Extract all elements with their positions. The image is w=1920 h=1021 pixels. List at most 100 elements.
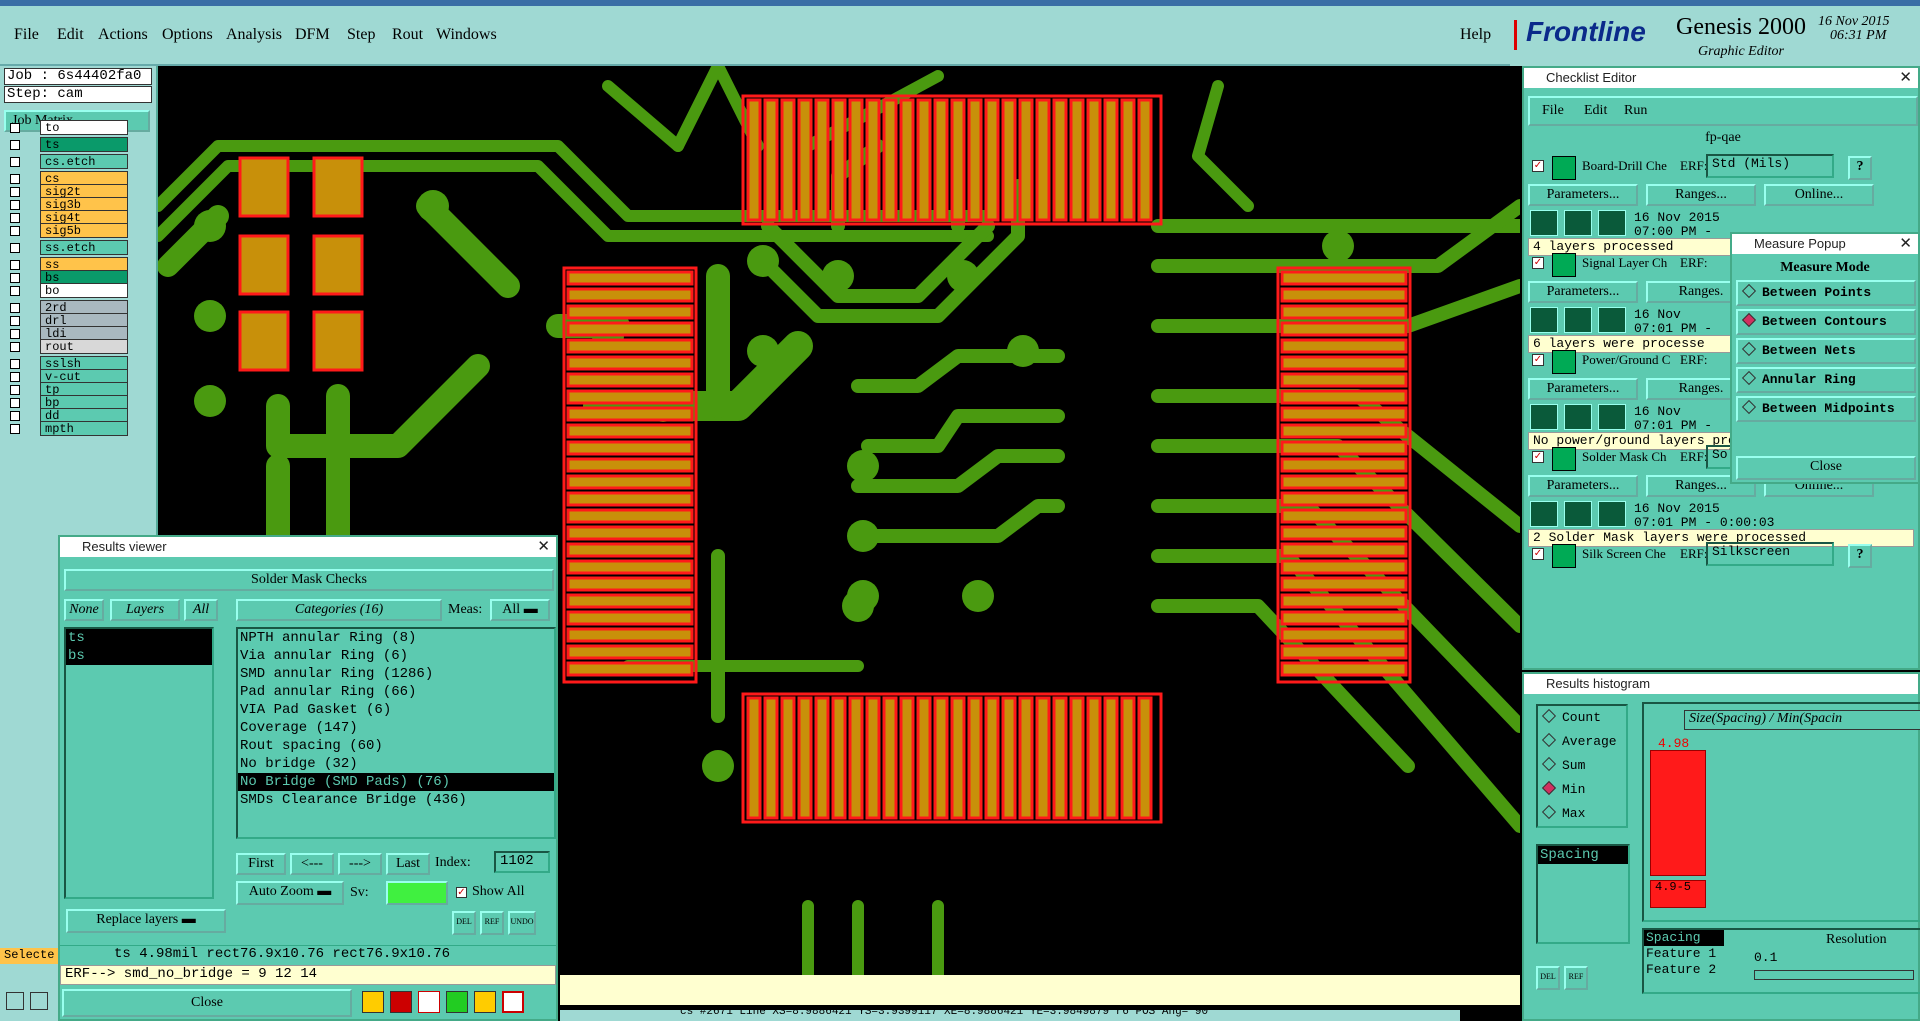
undo-icon[interactable]: UNDO bbox=[508, 911, 536, 935]
show-all-checkbox[interactable]: ✓ bbox=[456, 887, 467, 898]
next-button[interactable]: ---> bbox=[338, 853, 382, 875]
histogram-option[interactable]: Average bbox=[1538, 730, 1626, 754]
run-icon[interactable] bbox=[1564, 307, 1592, 333]
category-item[interactable]: VIA Pad Gasket (6) bbox=[238, 701, 554, 719]
help-icon[interactable]: ? bbox=[1848, 544, 1872, 568]
tool-icon[interactable] bbox=[30, 992, 48, 1010]
layer-row[interactable]: sig5b bbox=[6, 223, 128, 238]
checklist-menu-file[interactable]: File bbox=[1542, 103, 1564, 119]
menu-actions[interactable]: Actions bbox=[98, 26, 148, 44]
histogram-bar[interactable] bbox=[1650, 750, 1706, 876]
layer-row[interactable]: rout bbox=[6, 339, 128, 354]
category-item[interactable]: SMDs Clearance Bridge (436) bbox=[238, 791, 554, 809]
layer-checkbox[interactable] bbox=[10, 123, 20, 133]
menu-file[interactable]: File bbox=[14, 26, 39, 44]
run-icon[interactable] bbox=[1598, 501, 1626, 527]
result-layer-item[interactable]: ts bbox=[66, 629, 212, 647]
del-icon[interactable]: DEL bbox=[452, 911, 476, 935]
histogram-icon[interactable] bbox=[502, 991, 524, 1013]
run-icon[interactable] bbox=[1530, 404, 1558, 430]
ref-icon[interactable]: REF bbox=[480, 911, 504, 935]
layer-checkbox[interactable] bbox=[10, 286, 20, 296]
close-icon[interactable]: ✕ bbox=[1899, 234, 1912, 254]
run-icon[interactable] bbox=[1564, 404, 1592, 430]
layer-row[interactable]: ss.etch bbox=[6, 240, 128, 255]
close-button[interactable]: Close bbox=[62, 989, 352, 1017]
category-item[interactable]: Pad annular Ring (66) bbox=[238, 683, 554, 701]
check-enable-checkbox[interactable]: ✓ bbox=[1532, 354, 1544, 366]
check-enable-checkbox[interactable]: ✓ bbox=[1532, 451, 1544, 463]
menu-step[interactable]: Step bbox=[347, 26, 375, 44]
histogram-option[interactable]: Sum bbox=[1538, 754, 1626, 778]
layer-checkbox[interactable] bbox=[10, 174, 20, 184]
layer-checkbox[interactable] bbox=[10, 243, 20, 253]
online-button[interactable]: Online... bbox=[1764, 184, 1874, 206]
category-item[interactable]: SMD annular Ring (1286) bbox=[238, 665, 554, 683]
tool-icon[interactable] bbox=[6, 992, 24, 1010]
close-icon[interactable]: ✕ bbox=[537, 537, 550, 557]
marker-icon[interactable] bbox=[390, 991, 412, 1013]
erf-field[interactable]: Std (Mils) bbox=[1706, 154, 1834, 178]
run-icon[interactable] bbox=[1530, 501, 1558, 527]
layer-row[interactable]: bo bbox=[6, 283, 128, 298]
measure-mode-option[interactable]: Between Midpoints bbox=[1736, 396, 1916, 422]
filter-icon[interactable] bbox=[362, 991, 384, 1013]
layer-checkbox[interactable] bbox=[10, 342, 20, 352]
layer-checkbox[interactable] bbox=[10, 411, 20, 421]
layer-checkbox[interactable] bbox=[10, 303, 20, 313]
run-icon[interactable] bbox=[1530, 210, 1558, 236]
check-enable-checkbox[interactable]: ✓ bbox=[1532, 257, 1544, 269]
hist-del-icon[interactable]: DEL bbox=[1536, 966, 1560, 990]
prev-button[interactable]: <--- bbox=[290, 853, 334, 875]
replace-layers-button[interactable]: Replace layers ▬ bbox=[66, 909, 226, 933]
histogram-field[interactable]: Spacing bbox=[1644, 930, 1724, 946]
measure-mode-option[interactable]: Between Contours bbox=[1736, 309, 1916, 335]
layer-checkbox[interactable] bbox=[10, 226, 20, 236]
edit-icon[interactable] bbox=[446, 991, 468, 1013]
all-button[interactable]: All bbox=[184, 599, 218, 621]
layer-row[interactable]: ts bbox=[6, 137, 128, 152]
sv-dropdown[interactable] bbox=[386, 881, 448, 905]
parameters-button[interactable]: Parameters... bbox=[1528, 281, 1638, 303]
last-button[interactable]: Last bbox=[386, 853, 430, 875]
checklist-menu-run[interactable]: Run bbox=[1624, 103, 1647, 119]
run-icon[interactable] bbox=[1598, 307, 1626, 333]
layer-checkbox[interactable] bbox=[10, 329, 20, 339]
menu-edit[interactable]: Edit bbox=[57, 26, 84, 44]
category-item[interactable]: Rout spacing (60) bbox=[238, 737, 554, 755]
parameters-button[interactable]: Parameters... bbox=[1528, 378, 1638, 400]
category-list[interactable]: NPTH annular Ring (8) Via annular Ring (6… bbox=[236, 627, 556, 839]
layer-row[interactable]: to bbox=[6, 120, 128, 135]
layer-checkbox[interactable] bbox=[10, 372, 20, 382]
layer-checkbox[interactable] bbox=[10, 424, 20, 434]
check-enable-checkbox[interactable]: ✓ bbox=[1532, 160, 1544, 172]
menu-analysis[interactable]: Analysis bbox=[226, 26, 282, 44]
layer-checkbox[interactable] bbox=[10, 398, 20, 408]
histogram-option[interactable]: Count bbox=[1538, 706, 1626, 730]
histogram-option[interactable]: Max bbox=[1538, 802, 1626, 826]
menu-options[interactable]: Options bbox=[162, 26, 213, 44]
layer-checkbox[interactable] bbox=[10, 273, 20, 283]
report-icon[interactable] bbox=[474, 991, 496, 1013]
hist-ref-icon[interactable]: REF bbox=[1564, 966, 1588, 990]
ranges-button[interactable]: Ranges... bbox=[1646, 184, 1756, 206]
auto-zoom-button[interactable]: Auto Zoom ▬ bbox=[236, 881, 344, 905]
layers-button[interactable]: Layers bbox=[110, 599, 180, 621]
category-item[interactable]: NPTH annular Ring (8) bbox=[238, 629, 554, 647]
histogram-field-list[interactable]: Spacing bbox=[1536, 844, 1630, 944]
run-icon[interactable] bbox=[1598, 210, 1626, 236]
checklist-menu-edit[interactable]: Edit bbox=[1584, 103, 1607, 119]
layer-row[interactable]: mpth bbox=[6, 421, 128, 436]
erf-field[interactable]: Silkscreen bbox=[1706, 542, 1834, 566]
menu-dfm[interactable]: DFM bbox=[295, 26, 330, 44]
layer-checkbox[interactable] bbox=[10, 213, 20, 223]
histogram-field[interactable]: Feature 2 bbox=[1644, 962, 1724, 978]
none-button[interactable]: None bbox=[64, 599, 104, 621]
measure-mode-option[interactable]: Between Nets bbox=[1736, 338, 1916, 364]
help-icon[interactable]: ? bbox=[1848, 156, 1872, 180]
menu-help[interactable]: Help bbox=[1460, 26, 1491, 44]
layer-result-list[interactable]: ts bs bbox=[64, 627, 214, 899]
histogram-option[interactable]: Min bbox=[1538, 778, 1626, 802]
parameters-button[interactable]: Parameters... bbox=[1528, 475, 1638, 497]
close-icon[interactable]: ✕ bbox=[1899, 68, 1912, 88]
